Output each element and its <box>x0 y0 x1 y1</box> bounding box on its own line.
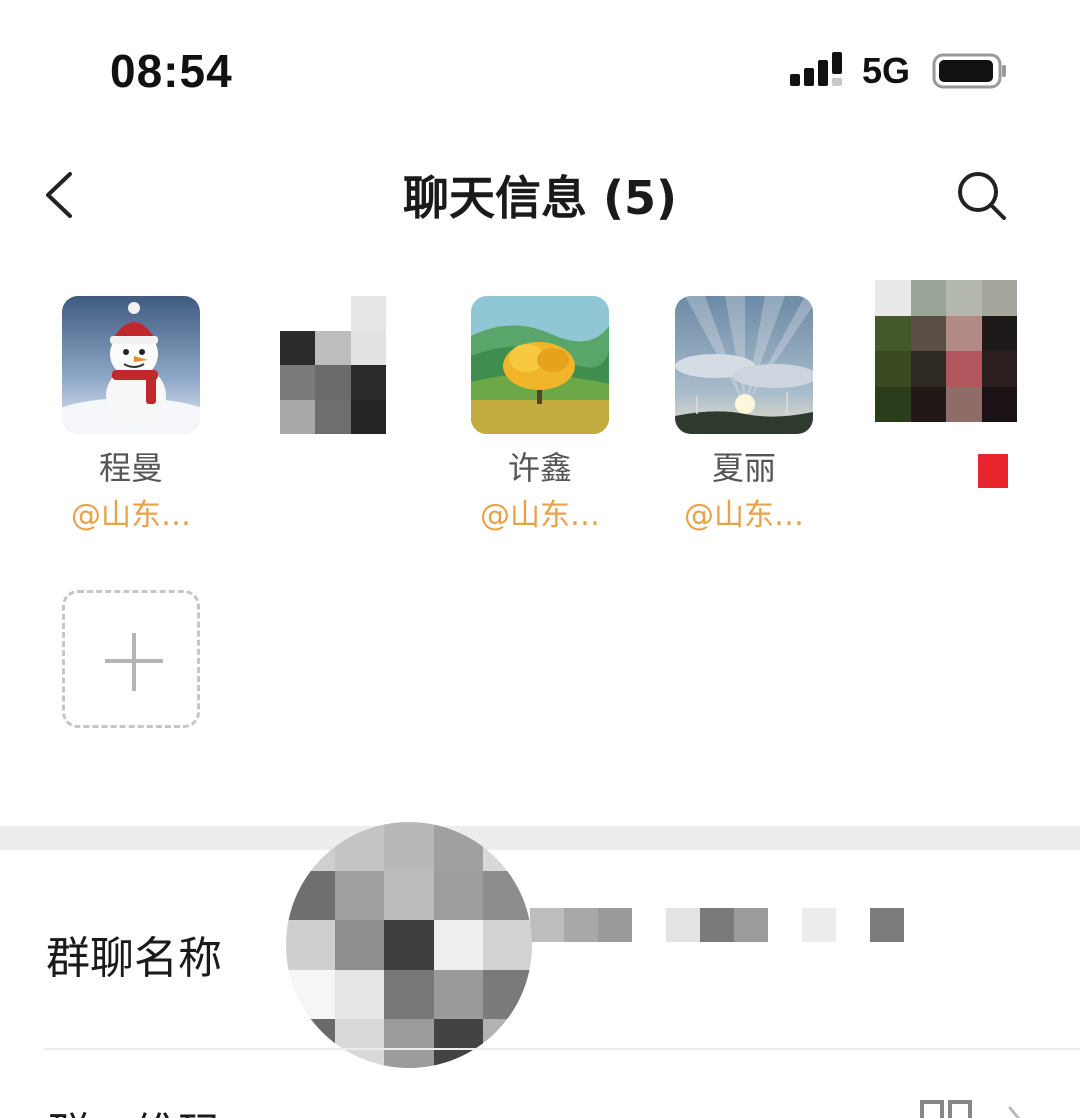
red-mark <box>978 454 1008 488</box>
member-name: 程曼 <box>98 449 163 487</box>
member-grid: 程曼 @山东… 许鑫 @山东… 夏丽 @山东… <box>0 270 1080 740</box>
search-icon[interactable] <box>950 164 1014 228</box>
battery-icon <box>932 53 1006 89</box>
mosaic-redaction <box>286 822 532 1068</box>
group-name-label: 群聊名称 <box>46 933 222 984</box>
signal-bars-icon <box>790 52 842 86</box>
member-tag <box>256 496 416 536</box>
member-tag: @山东… <box>684 498 804 533</box>
member-item[interactable]: 夏丽 @山东… <box>664 270 824 536</box>
section-divider <box>0 826 1080 850</box>
member-name <box>256 448 416 488</box>
status-time: 08:54 <box>110 45 233 97</box>
group-qr-row[interactable]: 群二维码 <box>0 1050 1080 1118</box>
member-tag <box>866 484 1026 524</box>
member-name: 夏丽 <box>711 449 776 487</box>
member-tag: @山东… <box>480 498 600 533</box>
member-item[interactable] <box>866 270 1026 524</box>
member-tag: @山东… <box>71 498 191 533</box>
group-name-row[interactable]: 群聊名称 <box>0 822 1080 1068</box>
tree-avatar <box>471 296 609 434</box>
mosaic-avatar <box>280 296 386 434</box>
member-item[interactable]: 程曼 @山东… <box>51 270 211 536</box>
chevron-right-icon <box>1008 1106 1021 1118</box>
nav-bar: 聊天信息 (5) <box>0 140 1080 250</box>
group-qr-label: 群二维码 <box>46 1098 222 1118</box>
snowman-avatar <box>62 296 200 434</box>
settings-list: 群聊名称 群二维码 <box>0 822 1080 1118</box>
network-type: 5G <box>862 50 911 91</box>
sky-avatar <box>675 296 813 434</box>
add-member-button[interactable] <box>62 590 200 728</box>
plus-icon <box>132 633 136 691</box>
qr-code-icon <box>920 1100 972 1118</box>
mosaic-avatar <box>875 280 1017 422</box>
member-item[interactable] <box>256 270 416 536</box>
status-bar: 08:54 5G <box>0 0 1080 130</box>
page-title: 聊天信息 (5) <box>402 171 678 225</box>
member-item[interactable]: 许鑫 @山东… <box>460 270 620 536</box>
group-name-value-mosaic <box>530 908 904 944</box>
member-name: 许鑫 <box>507 449 572 487</box>
